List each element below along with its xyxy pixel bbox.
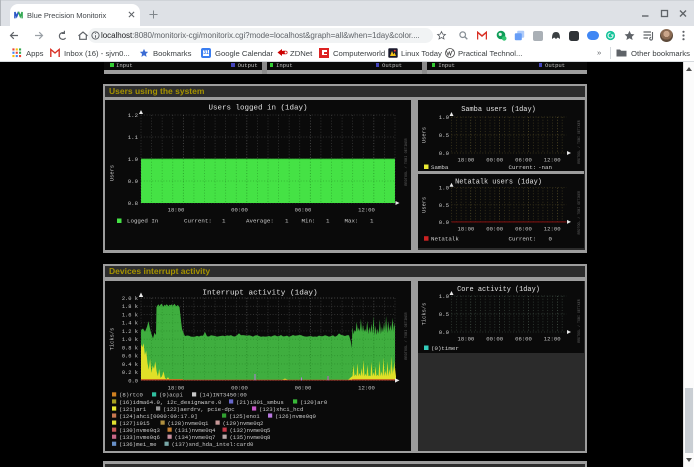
svg-text:00:00: 00:00 [231,207,248,214]
svg-text:RRDTOOL / TOBI OETIKER: RRDTOOL / TOBI OETIKER [404,137,409,185]
svg-text:RRDTOOL / TOBI OETIKER: RRDTOOL / TOBI OETIKER [577,191,581,235]
svg-text:1.8 k: 1.8 k [122,304,138,310]
svg-text:RRDTOOL / TOBI OETIKER: RRDTOOL / TOBI OETIKER [577,120,581,164]
svg-text:(124)ahci[0000:00:17.0]: (124)ahci[0000:00:17.0] [119,412,198,419]
svg-text:Samba: Samba [431,164,449,171]
svg-text:1.2 k: 1.2 k [122,328,138,334]
svg-text:(131)nvme0q4: (131)nvme0q4 [175,426,217,433]
svg-text:1: 1 [370,218,374,225]
svg-text:18:00: 18:00 [457,157,474,164]
svg-text:(135)nvme0q8: (135)nvme0q8 [230,434,272,441]
svg-text:(128)nvme0q1: (128)nvme0q1 [168,419,210,426]
svg-text:0.5: 0.5 [438,132,449,139]
svg-text:Interrupt activity (1day): Interrupt activity (1day) [202,289,317,297]
svg-text:Average:: Average: [246,218,274,225]
svg-text:00:00: 00:00 [486,157,503,164]
svg-text:0.6 k: 0.6 k [122,353,138,359]
svg-text:Current:: Current: [508,164,536,171]
svg-text:RRDTOOL / TOBI OETIKER: RRDTOOL / TOBI OETIKER [577,299,581,343]
svg-text:RRDTOOL / TOBI OETIKER: RRDTOOL / TOBI OETIKER [404,311,409,359]
svg-text:Max:: Max: [345,218,359,225]
svg-text:1: 1 [222,218,226,225]
svg-text:(121)ar1: (121)ar1 [119,405,147,412]
svg-text:1.0: 1.0 [128,156,139,163]
svg-text:06:00: 06:00 [295,207,312,214]
svg-text:1: 1 [285,218,289,225]
svg-text:0: 0 [548,236,552,243]
svg-text:(126)nvme0q0: (126)nvme0q0 [275,412,317,419]
svg-text:0.8: 0.8 [128,200,139,207]
svg-text:18:00: 18:00 [168,207,185,214]
svg-text:1.4 k: 1.4 k [122,320,138,326]
svg-text:Samba users (1day): Samba users (1day) [461,106,535,114]
svg-text:00:00: 00:00 [486,225,503,232]
svg-text:Netatalk users (1day): Netatalk users (1day) [455,179,542,187]
svg-text:1.0: 1.0 [438,293,449,300]
svg-text:0.0: 0.0 [128,378,138,384]
svg-text:(0)timer: (0)timer [431,345,459,352]
svg-text:12:00: 12:00 [358,384,375,391]
svg-text:(127)i915: (127)i915 [119,419,150,426]
svg-text:0.5: 0.5 [438,202,449,209]
svg-text:(21)i801_smbus: (21)i801_smbus [236,398,284,405]
svg-text:(123)xhci_hcd: (123)xhci_hcd [259,405,303,412]
svg-text:1.0 k: 1.0 k [122,337,138,343]
svg-text:00:00: 00:00 [486,335,503,342]
svg-text:18:00: 18:00 [168,384,185,391]
svg-text:00:00: 00:00 [231,384,248,391]
svg-text:06:00: 06:00 [515,225,532,232]
svg-text:Users: Users [421,197,427,213]
svg-text:12:00: 12:00 [543,225,560,232]
svg-text:Core activity (1day): Core activity (1day) [457,286,540,294]
svg-text:06:00: 06:00 [515,335,532,342]
svg-text:Logged In: Logged In [127,218,158,225]
svg-text:Users logged in (1day): Users logged in (1day) [208,105,307,113]
svg-text:0.0: 0.0 [438,219,449,226]
svg-text:2.0 k: 2.0 k [122,296,138,302]
svg-text:(120)ar0: (120)ar0 [300,398,328,405]
svg-text:1.0: 1.0 [438,185,449,192]
svg-text:(8)rtc0: (8)rtc0 [119,391,143,398]
svg-text:(16)idma64.0, i2c_designware.0: (16)idma64.0, i2c_designware.0 [119,398,222,405]
svg-text:0.9: 0.9 [128,178,139,185]
svg-text:0.0: 0.0 [438,329,449,336]
svg-text:(125)eno1: (125)eno1 [229,412,260,419]
svg-text:1.2: 1.2 [128,112,139,119]
svg-text:12:00: 12:00 [358,207,375,214]
svg-text:06:00: 06:00 [295,384,312,391]
svg-text:18:00: 18:00 [457,335,474,342]
svg-text:1.6 k: 1.6 k [122,312,138,318]
svg-text:Current:: Current: [184,218,212,225]
svg-text:(129)nvme0q2: (129)nvme0q2 [223,419,265,426]
svg-text:(136)mei_me: (136)mei_me [119,441,157,448]
svg-text:0.5: 0.5 [438,311,449,318]
svg-text:0.4 k: 0.4 k [122,361,138,367]
svg-text:Min:: Min: [302,218,316,225]
svg-text:0.8 k: 0.8 k [122,345,138,351]
svg-text:12:00: 12:00 [543,157,560,164]
svg-text:Ticks/s: Ticks/s [421,302,427,325]
svg-text:1.0: 1.0 [438,114,449,121]
svg-text:(130)nvme0q3: (130)nvme0q3 [119,426,161,433]
svg-text:(14)INT3450:00: (14)INT3450:00 [199,391,247,398]
svg-text:Current:: Current: [508,236,536,243]
svg-text:(9)acpi: (9)acpi [159,391,183,398]
svg-text:Users: Users [421,127,427,143]
svg-text:Ticks/s: Ticks/s [110,327,116,350]
svg-text:(137)snd_hda_intel:card0: (137)snd_hda_intel:card0 [172,441,255,448]
svg-text:(133)nvme0q6: (133)nvme0q6 [119,434,161,441]
svg-text:1: 1 [326,218,330,225]
svg-text:(122)aerdrv, pcie-dpc: (122)aerdrv, pcie-dpc [163,405,235,412]
svg-text:-nan: -nan [538,164,552,171]
svg-text:(132)nvme0q5: (132)nvme0q5 [230,426,272,433]
svg-text:12:00: 12:00 [543,335,560,342]
svg-text:18:00: 18:00 [457,225,474,232]
svg-text:(134)nvme0q7: (134)nvme0q7 [175,434,216,441]
svg-text:06:00: 06:00 [515,157,532,164]
svg-text:Netatalk: Netatalk [431,236,459,243]
svg-text:0.2 k: 0.2 k [122,370,138,376]
svg-text:0.0: 0.0 [438,150,449,157]
svg-text:1.1: 1.1 [128,134,139,141]
svg-text:Users: Users [110,165,116,181]
